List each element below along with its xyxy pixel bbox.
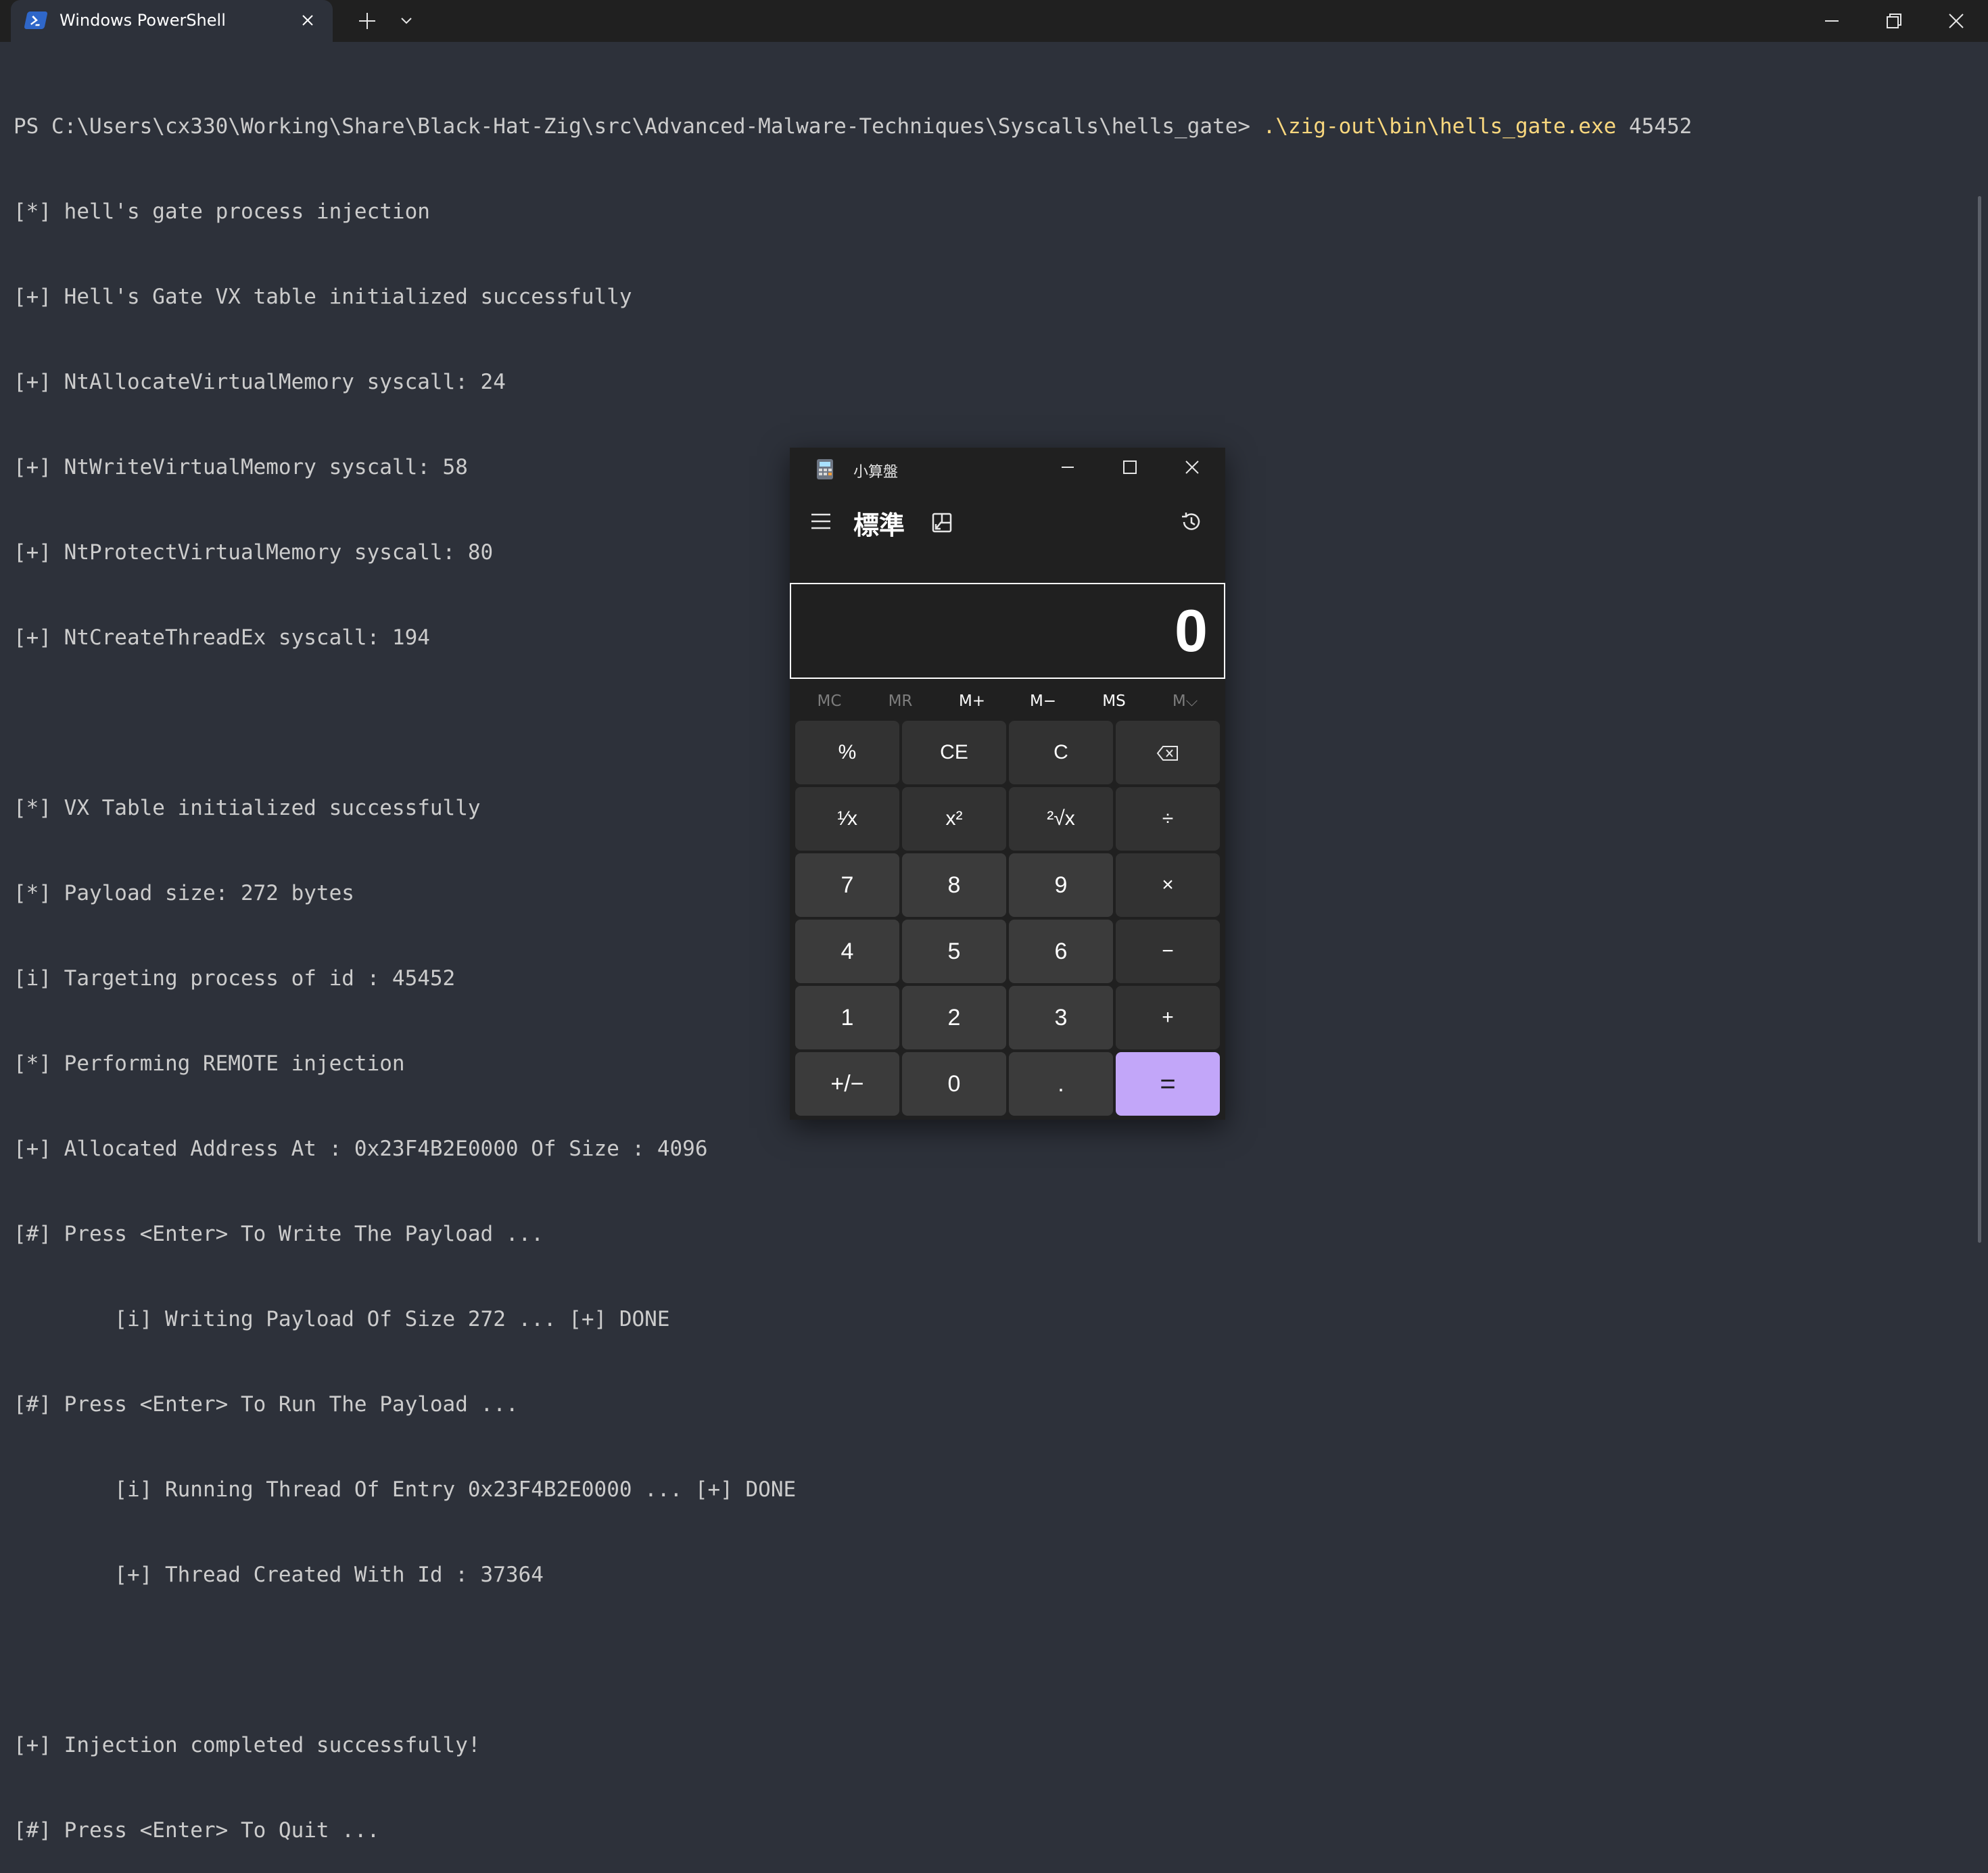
terminal-line: [+] Thread Created With Id : 37364 [14, 1563, 544, 1587]
divide-button[interactable]: ÷ [1116, 787, 1220, 851]
digit-5-button[interactable]: 5 [902, 920, 1006, 983]
digit-6-button[interactable]: 6 [1009, 920, 1113, 983]
chevron-down-icon[interactable] [399, 14, 414, 31]
digit-0-button[interactable]: 0 [902, 1052, 1006, 1116]
clear-button[interactable]: C [1009, 721, 1113, 784]
multiply-button[interactable]: × [1116, 853, 1220, 917]
square-button[interactable]: x² [902, 787, 1006, 851]
add-button[interactable]: + [1116, 986, 1220, 1049]
display-value: 0 [1175, 597, 1208, 664]
decimal-button[interactable]: . [1009, 1052, 1113, 1116]
history-icon[interactable] [1179, 510, 1204, 537]
terminal-line: [*] hell's gate process injection [14, 199, 430, 224]
equals-button[interactable]: = [1116, 1052, 1220, 1116]
memory-recall-button[interactable]: MR [865, 686, 936, 717]
prompt-text: PS C:\Users\cx330\Working\Share\Black-Ha… [14, 114, 1263, 139]
tab-powershell[interactable]: Windows PowerShell [11, 0, 333, 42]
memory-list-button[interactable]: M⌵ [1150, 686, 1221, 717]
maximize-icon[interactable] [1120, 457, 1140, 480]
close-icon[interactable] [299, 11, 316, 32]
terminal-line: [#] Press <Enter> To Write The Payload .… [14, 1222, 544, 1246]
digit-3-button[interactable]: 3 [1009, 986, 1113, 1049]
restore-icon[interactable] [1884, 11, 1904, 34]
memory-store-button[interactable]: MS [1079, 686, 1150, 717]
digit-2-button[interactable]: 2 [902, 986, 1006, 1049]
hamburger-menu-icon[interactable] [810, 513, 832, 533]
subtract-button[interactable]: − [1116, 920, 1220, 983]
memory-row: MC MR M+ M− MS M⌵ [790, 686, 1225, 717]
calculator-mode-title: 標準 [853, 511, 905, 540]
calculator-title: 小算盤 [853, 464, 899, 481]
memory-add-button[interactable]: M+ [937, 686, 1008, 717]
terminal-line: [+] Hell's Gate VX table initialized suc… [14, 285, 632, 309]
memory-clear-button[interactable]: MC [794, 686, 865, 717]
tab-title: Windows PowerShell [60, 11, 226, 30]
clear-entry-button[interactable]: CE [902, 721, 1006, 784]
terminal-titlebar: Windows PowerShell [0, 0, 1988, 42]
keep-on-top-icon[interactable] [932, 513, 953, 537]
terminal-line: [#] Press <Enter> To Quit ... [14, 1818, 380, 1843]
percent-button[interactable]: % [795, 721, 899, 784]
powershell-icon [24, 11, 48, 29]
digit-4-button[interactable]: 4 [795, 920, 899, 983]
terminal-line: [+] Allocated Address At : 0x23F4B2E0000… [14, 1137, 708, 1161]
reciprocal-button[interactable]: ¹⁄x [795, 787, 899, 851]
calculator-display: 0 [790, 583, 1225, 679]
minimize-icon[interactable] [1058, 457, 1078, 480]
terminal-line: [+] NtAllocateVirtualMemory syscall: 24 [14, 370, 506, 394]
plus-icon[interactable] [357, 11, 377, 34]
backspace-button[interactable] [1116, 721, 1220, 784]
terminal-line: [#] Press <Enter> To Run The Payload ... [14, 1392, 519, 1417]
command-text: .\zig-out\bin\hells_gate.exe [1262, 114, 1617, 139]
calculator-icon [817, 459, 833, 479]
digit-9-button[interactable]: 9 [1009, 853, 1113, 917]
backspace-icon [1156, 741, 1179, 763]
terminal-line: [i] Running Thread Of Entry 0x23F4B2E000… [14, 1477, 797, 1502]
command-argument: 45452 [1616, 114, 1693, 139]
minimize-icon[interactable] [1822, 11, 1842, 34]
calculator-titlebar[interactable]: 小算盤 [790, 448, 1225, 490]
terminal-prompt-line: PS C:\Users\cx330\Working\Share\Black-Ha… [14, 112, 1692, 141]
memory-subtract-button[interactable]: M− [1008, 686, 1079, 717]
close-icon[interactable] [1946, 11, 1966, 34]
digit-1-button[interactable]: 1 [795, 986, 899, 1049]
terminal-line: [+] Injection completed successfully! [14, 1733, 481, 1757]
terminal-line: [i] Writing Payload Of Size 272 ... [+] … [14, 1307, 670, 1331]
close-icon[interactable] [1182, 457, 1202, 480]
digit-7-button[interactable]: 7 [795, 853, 899, 917]
negate-button[interactable]: +/− [795, 1052, 899, 1116]
terminal-scrollbar[interactable] [1978, 196, 1981, 1243]
calculator-header: 標準 [790, 490, 1225, 557]
digit-8-button[interactable]: 8 [902, 853, 1006, 917]
square-root-button[interactable]: ²√x [1009, 787, 1113, 851]
calculator-window: 小算盤 標準 0 MC MR M+ M− MS M⌵ % CE C ¹⁄x x²… [790, 448, 1225, 1120]
